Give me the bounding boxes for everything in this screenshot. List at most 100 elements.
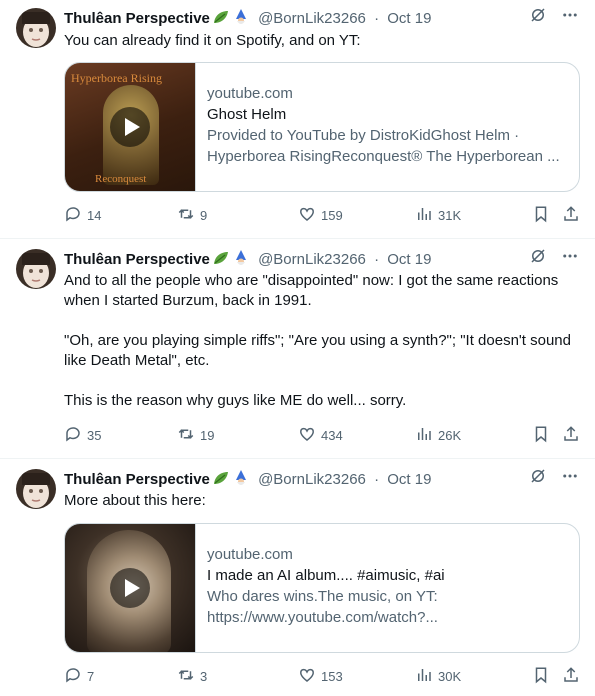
reply-count: 35 [87,427,102,443]
tweet-date[interactable]: Oct 19 [387,10,431,27]
tweet-3[interactable]: Thulêan Perspective @BornLik23266 · Oct … [0,459,595,696]
author-name[interactable]: Thulêan Perspective [64,251,210,268]
leaf-emoji-icon [212,249,230,273]
bookmark-icon [532,666,550,687]
like-count: 159 [321,207,343,223]
card-thumbnail: Hyperborea Rising Reconquest [65,63,196,191]
views-button[interactable]: 31K [415,205,461,225]
play-button[interactable] [110,107,150,147]
tweet-header: Thulêan Perspective @BornLik23266 · Oct … [64,8,579,28]
author-handle[interactable]: @BornLik23266 [258,471,366,488]
reply-icon [64,205,82,226]
reply-count: 7 [87,668,95,684]
reply-icon [64,425,82,446]
repost-icon [177,425,195,446]
like-button[interactable]: 434 [298,425,343,445]
tweet-1[interactable]: Thulêan Perspective @BornLik23266 · Oct … [0,0,595,238]
views-icon [415,425,433,446]
repost-button[interactable]: 19 [177,425,214,445]
like-count: 153 [321,668,343,684]
card-domain: youtube.com [207,546,293,563]
repost-button[interactable]: 9 [177,205,207,225]
bookmark-icon [532,425,550,446]
repost-icon [177,666,195,687]
grok-icon[interactable] [529,247,547,271]
card-domain: youtube.com [207,85,293,102]
wizard-emoji-icon [232,469,250,493]
views-icon [415,666,433,687]
action-bar: 35 19 434 26K [64,425,580,445]
card-title: Ghost Helm [207,106,287,123]
meta-separator: · [374,471,380,488]
header-icons [529,469,579,489]
meta-separator: · [374,251,380,268]
author-name[interactable]: Thulêan Perspective [64,471,210,488]
like-button[interactable]: 159 [298,205,343,225]
like-count: 434 [321,427,343,443]
share-icon [562,425,580,446]
tweet-date[interactable]: Oct 19 [387,471,431,488]
header-icons [529,8,579,28]
tweet-text: You can already find it on Spotify, and … [64,32,361,49]
repost-icon [177,205,195,226]
wizard-emoji-icon [232,8,250,32]
views-count: 26K [438,427,462,443]
card-description: Hyperborea RisingReconquest® The Hyperbo… [207,148,560,165]
link-card[interactable]: youtube.com I made an AI album.... #aimu… [64,523,580,653]
leaf-emoji-icon [212,8,230,32]
play-button[interactable] [110,568,150,608]
author-name[interactable]: Thulêan Perspective [64,10,210,27]
like-button[interactable]: 153 [298,666,343,686]
repost-button[interactable]: 3 [177,666,207,686]
reply-button[interactable]: 35 [64,425,101,445]
heart-icon [298,425,316,446]
share-icon [562,205,580,226]
action-bar: 7 3 153 30K [64,666,580,686]
card-description: Who dares wins.The music, on YT: [207,588,438,605]
bookmark-icon [532,205,550,226]
card-description: Provided to YouTube by DistroKidGhost He… [207,127,520,144]
header-icons [529,249,579,269]
card-description: https://www.youtube.com/watch?... [207,609,438,626]
reply-count: 14 [87,207,102,223]
author-handle[interactable]: @BornLik23266 [258,251,366,268]
views-button[interactable]: 30K [415,666,461,686]
avatar[interactable] [16,8,56,48]
wizard-emoji-icon [232,249,250,273]
avatar[interactable] [16,249,56,289]
grok-icon[interactable] [529,6,547,30]
more-options-icon[interactable] [561,6,579,30]
more-options-icon[interactable] [561,247,579,271]
reply-button[interactable]: 7 [64,666,94,686]
tweet-header: Thulêan Perspective @BornLik23266 · Oct … [64,469,579,489]
meta-separator: · [374,10,380,27]
share-button[interactable] [562,205,580,225]
reply-button[interactable]: 14 [64,205,101,225]
tweet-2[interactable]: Thulêan Perspective @BornLik23266 · Oct … [0,239,595,458]
avatar[interactable] [16,469,56,509]
share-button[interactable] [562,666,580,686]
link-card[interactable]: Hyperborea Rising Reconquest youtube.com… [64,62,580,192]
author-handle[interactable]: @BornLik23266 [258,10,366,27]
tweet-date[interactable]: Oct 19 [387,251,431,268]
repost-count: 19 [200,427,215,443]
card-thumbnail [65,524,196,652]
views-button[interactable]: 26K [415,425,461,445]
bookmark-button[interactable] [532,205,550,225]
repost-count: 3 [200,668,208,684]
thumb-title: Hyperborea Rising [71,71,162,85]
views-count: 30K [438,668,462,684]
heart-icon [298,666,316,687]
tweet-text: More about this here: [64,492,206,509]
reply-icon [64,666,82,687]
grok-icon[interactable] [529,467,547,491]
share-icon [562,666,580,687]
more-options-icon[interactable] [561,467,579,491]
share-button[interactable] [562,425,580,445]
repost-count: 9 [200,207,208,223]
card-text: youtube.com Ghost Helm Provided to YouTu… [207,83,567,167]
thumb-subtitle: Reconquest [95,173,147,185]
bookmark-button[interactable] [532,666,550,686]
bookmark-button[interactable] [532,425,550,445]
tweet-text: And to all the people who are "disappoin… [64,272,571,409]
